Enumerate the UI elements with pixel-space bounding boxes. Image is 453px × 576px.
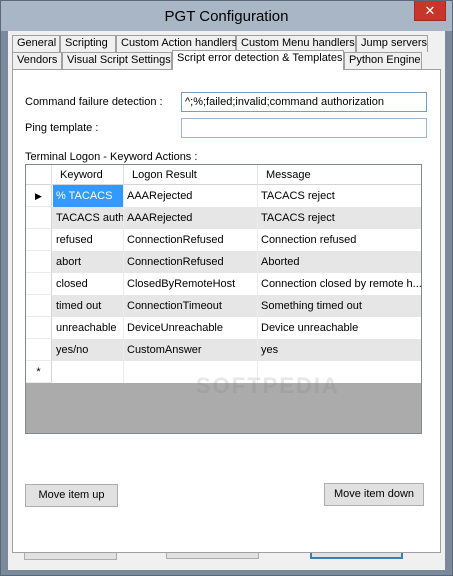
cell-keyword[interactable]: refused [53, 229, 124, 251]
command-failure-label: Command failure detection : [25, 96, 163, 108]
tab-vendors[interactable]: Vendors [12, 52, 62, 69]
cell-message[interactable]: Aborted [258, 251, 421, 273]
cell-logon-result[interactable]: ConnectionTimeout [124, 295, 258, 317]
keyword-actions-label: Terminal Logon - Keyword Actions : [25, 151, 198, 163]
row-header[interactable] [26, 229, 52, 251]
row-header[interactable] [26, 273, 52, 295]
table-row[interactable]: refused ConnectionRefused Connection ref… [26, 229, 421, 251]
column-header-logon-result[interactable]: Logon Result [124, 165, 258, 185]
close-icon[interactable]: ✕ [414, 1, 446, 21]
table-row[interactable]: unreachable DeviceUnreachable Device unr… [26, 317, 421, 339]
move-item-down-button[interactable]: Move item down [324, 483, 424, 506]
cell-message[interactable]: Connection refused [258, 229, 421, 251]
cell-keyword[interactable]: timed out [53, 295, 124, 317]
ping-template-input[interactable] [181, 118, 427, 138]
cell-logon-result[interactable]: ConnectionRefused [124, 251, 258, 273]
command-failure-input[interactable] [181, 92, 427, 112]
cell-logon-result[interactable]: ClosedByRemoteHost [124, 273, 258, 295]
cell-message[interactable]: TACACS reject [258, 207, 421, 229]
cell-message[interactable]: Something timed out [258, 295, 421, 317]
row-header[interactable] [26, 207, 52, 229]
cell-keyword[interactable]: closed [53, 273, 124, 295]
table-row[interactable]: TACACS auth AAARejected TACACS reject [26, 207, 421, 229]
cell-message[interactable]: yes [258, 339, 421, 361]
new-cell-keyword[interactable] [53, 361, 124, 383]
current-row-indicator-icon[interactable]: ▶ [26, 185, 52, 207]
new-row-indicator-icon[interactable]: * [26, 361, 52, 383]
dialog-client-area: General Scripting Custom Action handlers… [8, 31, 445, 570]
table-row[interactable]: closed ClosedByRemoteHost Connection clo… [26, 273, 421, 295]
keyword-actions-grid[interactable]: Keyword Logon Result Message ▶ % TACACS … [25, 164, 422, 434]
cell-message[interactable]: Device unreachable [258, 317, 421, 339]
column-header-keyword[interactable]: Keyword [52, 165, 124, 185]
ping-template-label: Ping template : [25, 122, 99, 134]
new-row[interactable]: * [26, 361, 421, 383]
row-header[interactable] [26, 317, 52, 339]
cell-keyword[interactable]: unreachable [53, 317, 124, 339]
grid-corner [26, 165, 52, 185]
table-row[interactable]: timed out ConnectionTimeout Something ti… [26, 295, 421, 317]
tab-jump-servers[interactable]: Jump servers [356, 35, 428, 52]
tab-scripting[interactable]: Scripting [60, 35, 116, 52]
grid-header: Keyword Logon Result Message [26, 165, 421, 185]
tab-python-engine[interactable]: Python Engine [344, 52, 422, 69]
cell-keyword[interactable]: yes/no [53, 339, 124, 361]
cell-logon-result[interactable]: CustomAnswer [124, 339, 258, 361]
row-header[interactable] [26, 251, 52, 273]
cell-message[interactable]: TACACS reject [258, 185, 421, 207]
table-row[interactable]: ▶ % TACACS AAARejected TACACS reject [26, 185, 421, 207]
tab-general[interactable]: General [12, 35, 60, 52]
cell-logon-result[interactable]: ConnectionRefused [124, 229, 258, 251]
move-item-up-button[interactable]: Move item up [25, 484, 118, 507]
window-title: PGT Configuration [164, 8, 289, 25]
cell-keyword[interactable]: % TACACS [53, 185, 124, 207]
cell-message[interactable]: Connection closed by remote h... [258, 273, 421, 295]
title-bar[interactable]: PGT Configuration ✕ [1, 1, 452, 31]
cell-keyword[interactable]: abort [53, 251, 124, 273]
configuration-window: PGT Configuration ✕ General Scripting Cu… [0, 0, 453, 576]
cell-logon-result[interactable]: DeviceUnreachable [124, 317, 258, 339]
column-header-message[interactable]: Message [258, 165, 421, 185]
cell-logon-result[interactable]: AAARejected [124, 207, 258, 229]
row-header[interactable] [26, 295, 52, 317]
cell-keyword[interactable]: TACACS auth [53, 207, 124, 229]
tab-visual-script-settings[interactable]: Visual Script Settings [62, 52, 172, 69]
table-row[interactable]: abort ConnectionRefused Aborted [26, 251, 421, 273]
row-header[interactable] [26, 339, 52, 361]
cell-logon-result[interactable]: AAARejected [124, 185, 258, 207]
tab-panel-script-error-detection: Command failure detection : Ping templat… [12, 69, 441, 553]
table-row[interactable]: yes/no CustomAnswer yes [26, 339, 421, 361]
tab-script-error-detection[interactable]: Script error detection & Templates [172, 50, 344, 70]
new-cell-logon-result[interactable] [124, 361, 258, 383]
new-cell-message[interactable] [258, 361, 421, 383]
